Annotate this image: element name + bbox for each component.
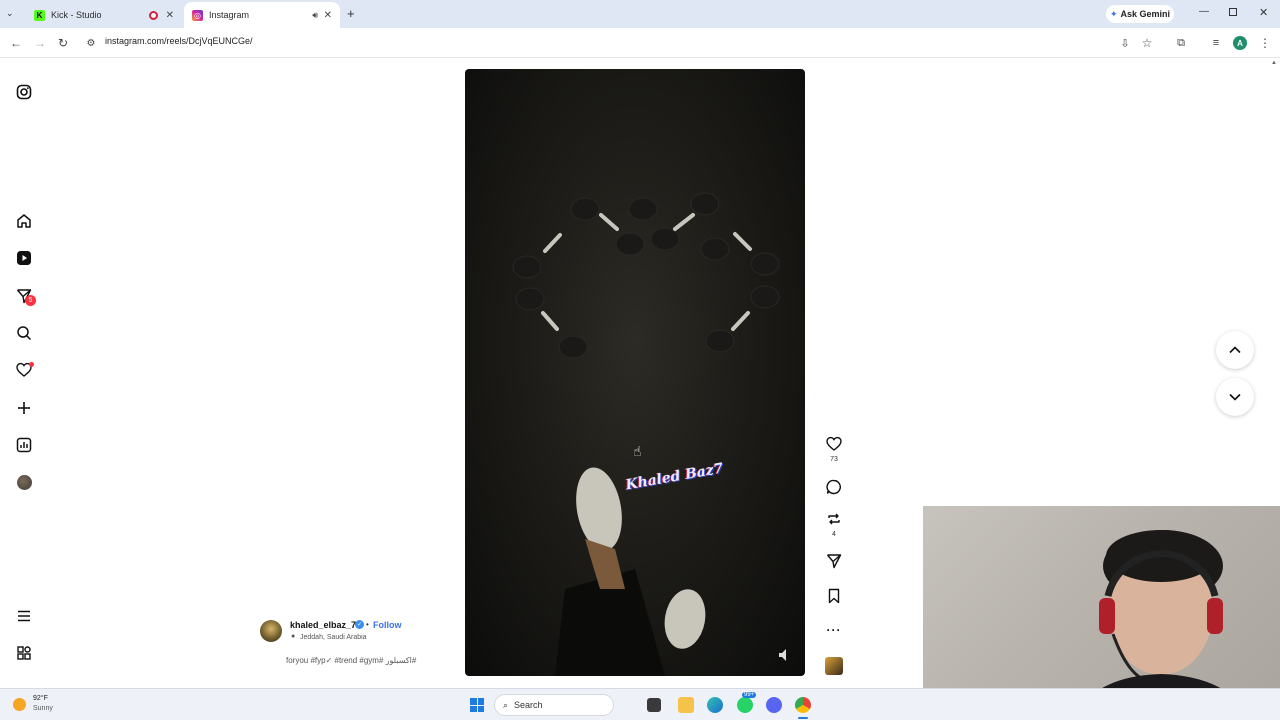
whatsapp-badge: 99+ [742,692,757,698]
discord-icon[interactable] [766,697,782,713]
reels-icon[interactable] [14,248,34,268]
browser-menu-icon[interactable]: ⋮ [1257,35,1273,51]
repost-button[interactable] [824,509,844,529]
browser-toolbar: ← → ↻ ⚙ instagram.com/reels/DcjVqEUNCGe/… [0,28,1280,58]
forward-icon[interactable]: → [32,35,48,51]
search-icon[interactable] [14,323,34,343]
like-button[interactable] [824,434,844,454]
mouse-cursor: ☝ [633,443,642,459]
edge-browser-icon[interactable] [707,697,723,713]
save-button[interactable] [824,586,844,606]
messages-badge: 5 [25,295,36,306]
weather-sun-icon[interactable] [13,698,26,711]
notifications-heart-icon[interactable] [14,360,34,380]
repost-count: 4 [832,531,836,538]
close-window-button[interactable]: ✕ [1259,6,1268,19]
location-pin-icon: ● [291,633,296,640]
dashboard-icon[interactable] [14,435,34,455]
audio-cover-image [825,657,843,675]
follow-button[interactable]: Follow [373,620,402,630]
minimize-button[interactable]: — [1199,6,1209,17]
more-options-icon[interactable]: ··· [824,620,844,640]
home-icon[interactable] [14,211,34,231]
like-count: 73 [830,456,838,463]
messages-icon[interactable]: 5 [14,286,36,306]
audio-playing-icon[interactable]: 🔊︎ [312,10,318,21]
taskbar-search-icon: ⌕ [503,699,509,710]
bookmark-star-icon[interactable]: ☆ [1139,35,1155,51]
reel-caption: foryou #fyp✓ #trend #gym# اكسبلور# [286,656,417,665]
notification-dot [29,362,34,367]
browser-tab-bar: ⌄ K Kick - Studio ✕ ◎ Instagram 🔊︎ ✕ + ✦… [0,0,1280,28]
new-tab-button[interactable]: + [347,6,355,21]
tab-title: Kick - Studio [51,10,102,20]
previous-reel-button[interactable] [1216,331,1254,369]
tab-kick-studio[interactable]: K Kick - Studio ✕ [26,2,182,28]
gemini-sparkle-icon: ✦ [1109,8,1118,19]
restore-button[interactable] [1229,8,1237,16]
ask-gemini-label: Ask Gemini [1120,9,1171,19]
follow-separator: • [366,620,369,629]
scroll-up-arrow[interactable]: ▲ [1271,60,1277,66]
chrome-active-indicator [798,717,808,719]
weather-condition[interactable]: Sunny [33,705,53,712]
site-info-icon[interactable]: ⚙ [83,35,99,51]
tab-title: Instagram [209,10,250,20]
audio-thumbnail[interactable] [824,656,844,676]
reel-video[interactable]: Khaled Baz7 [465,69,805,676]
profile-avatar[interactable] [14,472,34,492]
kick-icon: K [34,9,45,21]
task-view-icon[interactable] [647,698,661,712]
recording-icon [149,10,158,20]
tab-search-icon[interactable]: ⌄ [6,8,20,22]
file-explorer-icon[interactable] [678,697,694,713]
instagram-icon: ◎ [192,9,203,21]
share-button[interactable] [824,551,844,571]
back-icon[interactable]: ← [8,35,24,51]
close-tab-icon[interactable]: ✕ [166,10,174,21]
chrome-icon[interactable] [795,697,811,713]
instagram-logo-icon[interactable] [14,82,34,102]
taskbar-search-label: Search [514,700,543,710]
more-menu-icon[interactable] [14,606,34,626]
verified-badge-icon: ✓ [355,620,364,629]
windows-taskbar: 92°F Sunny ⌕ Search 99+ [0,688,1280,720]
install-app-icon[interactable]: ⇩ [1117,35,1133,51]
tab-instagram[interactable]: ◎ Instagram 🔊︎ ✕ [184,2,340,28]
avatar-image [16,474,32,490]
location-label[interactable]: Jeddah, Saudi Arabia [300,634,367,641]
video-frame [512,192,786,676]
comment-button[interactable] [824,477,844,497]
taskbar-search-box[interactable]: ⌕ Search [494,694,614,716]
start-button-icon[interactable] [470,698,484,712]
reload-icon[interactable]: ↻ [55,35,71,51]
weather-temperature[interactable]: 92°F [33,695,48,702]
owner-avatar[interactable] [260,620,282,642]
mute-toggle-icon[interactable] [779,649,786,661]
next-reel-button[interactable] [1216,378,1254,416]
create-plus-icon[interactable] [14,398,34,418]
extensions-icon[interactable]: ⧉ [1173,35,1189,51]
owner-username[interactable]: khaled_elbaz_7 [290,620,356,630]
media-controls-icon[interactable]: ≡ [1208,35,1224,51]
also-from-meta-icon[interactable] [14,643,34,663]
profile-avatar[interactable]: A [1233,36,1247,50]
ask-gemini-button[interactable]: ✦ Ask Gemini [1106,5,1174,23]
close-tab-icon[interactable]: ✕ [324,10,332,21]
whatsapp-icon[interactable] [737,697,753,713]
address-bar[interactable]: instagram.com/reels/DcjVqEUNCGe/ [105,36,253,46]
